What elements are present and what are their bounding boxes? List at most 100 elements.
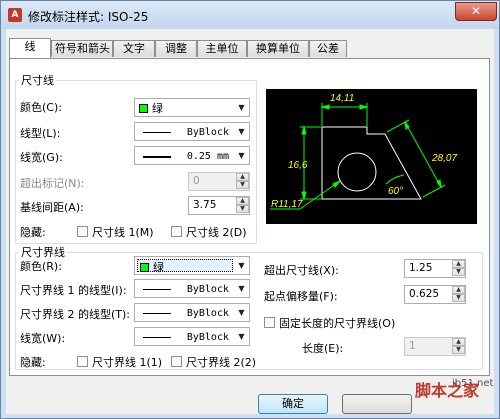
line-sample bbox=[143, 313, 171, 314]
ext-linetype2-select[interactable]: ByBlock ▼ bbox=[134, 303, 250, 322]
suppress-dimline2-label: 尺寸线 2(D) bbox=[186, 226, 247, 239]
suppress-dimline1-label: 尺寸线 1(M) bbox=[92, 226, 154, 239]
dim-lineweight-label: 线宽(G): bbox=[20, 151, 63, 164]
title-bar[interactable]: A 修改标注样式: ISO-25 ✕ bbox=[1, 1, 499, 29]
spin-up-icon[interactable]: ▲ bbox=[452, 260, 465, 268]
color-swatch bbox=[140, 263, 149, 272]
tab-alternate-units[interactable]: 换算单位 bbox=[247, 40, 309, 57]
baseline-spacing-label: 基线间距(A): bbox=[20, 201, 84, 214]
length-value: 1 bbox=[409, 340, 416, 352]
dim-lineweight-select[interactable]: 0.25 mm ▼ bbox=[134, 146, 250, 165]
ext-color-value: 绿 bbox=[153, 261, 164, 274]
dim-color-select[interactable]: 绿 ▼ bbox=[134, 98, 250, 117]
suppress-extline1-label: 尺寸界线 1(1) bbox=[92, 356, 163, 369]
tab-tolerances[interactable]: 公差 bbox=[309, 40, 347, 57]
ext-lineweight-label: 线宽(W): bbox=[20, 332, 66, 345]
offset-origin-value: 0.625 bbox=[409, 288, 440, 300]
watermark-text: 脚本之家 bbox=[415, 381, 480, 400]
preview-outline bbox=[321, 126, 422, 200]
chevron-down-icon[interactable]: ▼ bbox=[234, 304, 249, 321]
ext-linetype1-select[interactable]: ByBlock ▼ bbox=[134, 279, 250, 298]
preview-dim-height: 16,6 bbox=[288, 160, 308, 171]
dim-suppress-label: 隐藏: bbox=[20, 226, 46, 239]
dim-color-value: 绿 bbox=[152, 102, 163, 115]
tab-fit[interactable]: 调整 bbox=[155, 40, 197, 57]
ok-button[interactable]: 确定 bbox=[258, 394, 328, 414]
cancel-button[interactable] bbox=[342, 394, 412, 414]
baseline-spacing-value: 3.75 bbox=[193, 199, 217, 211]
length-label: 长度(E): bbox=[302, 342, 344, 355]
suppress-extline1-checkbox[interactable] bbox=[77, 356, 88, 367]
chevron-down-icon[interactable]: ▼ bbox=[234, 328, 249, 345]
extension-lines-group-label: 尺寸界线 bbox=[19, 246, 67, 259]
offset-origin-spinner[interactable]: 0.625 ▲ ▼ bbox=[404, 285, 466, 304]
preview-dim-angle: 60° bbox=[388, 186, 403, 197]
length-spinner: 1 ▲ ▼ bbox=[404, 337, 466, 356]
ext-lineweight-value: ByBlock bbox=[186, 332, 229, 343]
tab-text[interactable]: 文字 bbox=[113, 40, 155, 57]
extend-beyond-spinner[interactable]: 1.25 ▲ ▼ bbox=[404, 259, 466, 278]
spin-up-icon[interactable]: ▲ bbox=[236, 197, 249, 205]
spin-down-icon: ▼ bbox=[236, 181, 249, 189]
suppress-dimline1-checkbox[interactable] bbox=[77, 226, 88, 237]
line-sample bbox=[143, 156, 171, 158]
preview-dim-width: 14,11 bbox=[330, 93, 354, 104]
dim-linetype-value: ByBlock bbox=[186, 127, 229, 138]
close-button[interactable]: ✕ bbox=[455, 2, 497, 21]
chevron-down-icon[interactable]: ▼ bbox=[234, 147, 249, 164]
ext-color-label: 颜色(R): bbox=[20, 260, 62, 273]
baseline-spacing-spinner[interactable]: 3.75 ▲ ▼ bbox=[188, 196, 250, 215]
extend-ticks-label: 超出标记(N): bbox=[20, 177, 85, 190]
dim-linetype-label: 线型(L): bbox=[20, 127, 61, 140]
dimension-style-preview: 14,11 16,6 28,07 60° R11,17 bbox=[266, 89, 477, 224]
line-sample bbox=[143, 337, 171, 338]
dialog-client: 线 符号和箭头 文字 调整 主单位 换算单位 公差 尺寸线 颜色(C): 绿 ▼… bbox=[6, 29, 494, 414]
spin-up-icon: ▲ bbox=[452, 338, 465, 346]
extend-beyond-value: 1.25 bbox=[409, 262, 433, 274]
chevron-down-icon[interactable]: ▼ bbox=[234, 280, 249, 297]
ext-linetype1-label: 尺寸界线 1 的线型(I): bbox=[20, 284, 127, 297]
dim-color-label: 颜色(C): bbox=[20, 101, 62, 114]
chevron-down-icon[interactable]: ▼ bbox=[234, 99, 249, 116]
window-title: 修改标注样式: ISO-25 bbox=[28, 10, 149, 24]
offset-origin-label: 起点偏移量(F): bbox=[264, 290, 338, 303]
ext-linetype2-label: 尺寸界线 2 的线型(T): bbox=[20, 308, 130, 321]
preview-dim-aligned: 28,07 bbox=[431, 153, 457, 164]
spin-down-icon[interactable]: ▼ bbox=[452, 268, 465, 276]
fixed-length-checkbox[interactable] bbox=[264, 317, 275, 328]
tab-panel-lines: 尺寸线 颜色(C): 绿 ▼ 线型(L): ByBlock ▼ 线宽(G): 0… bbox=[9, 58, 490, 376]
dim-linetype-select[interactable]: ByBlock ▼ bbox=[134, 122, 250, 141]
dimension-lines-group-label: 尺寸线 bbox=[19, 74, 56, 87]
extend-ticks-value: 0 bbox=[193, 175, 200, 187]
chevron-down-icon[interactable]: ▼ bbox=[234, 257, 249, 274]
line-sample bbox=[143, 132, 171, 133]
ext-color-select[interactable]: 绿 ▼ bbox=[134, 256, 250, 275]
ext-linetype2-value: ByBlock bbox=[186, 308, 229, 319]
dim-lineweight-value: 0.25 mm bbox=[186, 151, 229, 162]
tab-lines[interactable]: 线 bbox=[9, 38, 51, 58]
ext-suppress-label: 隐藏: bbox=[20, 356, 46, 369]
spin-up-icon[interactable]: ▲ bbox=[452, 286, 465, 294]
suppress-extline2-checkbox[interactable] bbox=[171, 356, 182, 367]
line-sample bbox=[143, 289, 171, 290]
dialog-window: A 修改标注样式: ISO-25 ✕ 线 符号和箭头 文字 调整 主单位 换算单… bbox=[0, 0, 500, 419]
suppress-dimline2-checkbox[interactable] bbox=[171, 226, 182, 237]
preview-circle bbox=[337, 152, 377, 192]
extend-beyond-label: 超出尺寸线(X): bbox=[264, 264, 339, 277]
ext-linetype1-value: ByBlock bbox=[186, 284, 229, 295]
preview-dim-radius: R11,17 bbox=[271, 199, 303, 210]
extend-ticks-spinner: 0 ▲ ▼ bbox=[188, 172, 250, 191]
chevron-down-icon[interactable]: ▼ bbox=[234, 123, 249, 140]
spin-down-icon[interactable]: ▼ bbox=[452, 294, 465, 302]
spin-down-icon: ▼ bbox=[452, 346, 465, 354]
color-swatch bbox=[139, 104, 148, 113]
spin-down-icon[interactable]: ▼ bbox=[236, 205, 249, 213]
preview-drawing: 14,11 16,6 28,07 60° R11,17 bbox=[270, 93, 457, 210]
autocad-app-icon: A bbox=[8, 8, 22, 22]
spin-up-icon: ▲ bbox=[236, 173, 249, 181]
tab-primary-units[interactable]: 主单位 bbox=[197, 40, 247, 57]
ext-lineweight-select[interactable]: ByBlock ▼ bbox=[134, 327, 250, 346]
suppress-extline2-label: 尺寸界线 2(2) bbox=[186, 356, 257, 369]
fixed-length-label: 固定长度的尺寸界线(O) bbox=[279, 317, 396, 330]
tab-symbols-arrows[interactable]: 符号和箭头 bbox=[51, 40, 113, 57]
